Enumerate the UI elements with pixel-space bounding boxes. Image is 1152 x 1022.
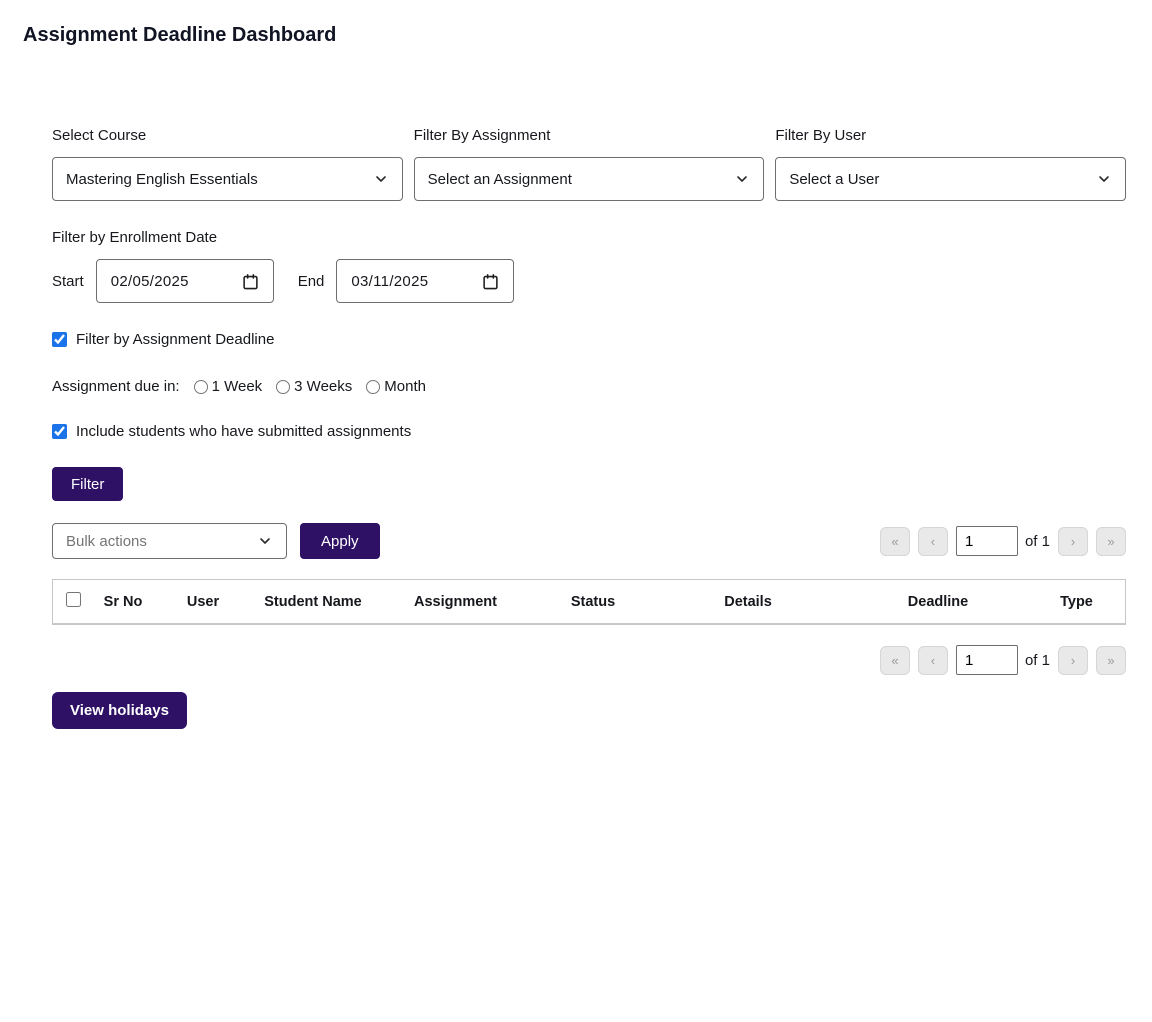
due-in-3weeks-label: 3 Weeks (294, 378, 352, 395)
page-number-input[interactable] (956, 645, 1018, 675)
due-in-1week-label: 1 Week (212, 378, 263, 395)
header-type: Type (1028, 580, 1125, 624)
end-date-input[interactable]: 03/11/2025 (336, 259, 514, 303)
next-page-button[interactable]: › (1058, 646, 1088, 675)
first-page-button[interactable]: « (880, 646, 910, 675)
select-all-checkbox[interactable] (66, 592, 81, 607)
course-select[interactable]: Mastering English Essentials (52, 157, 403, 201)
bulk-actions-value: Bulk actions (66, 533, 147, 550)
page-number-input[interactable] (956, 526, 1018, 556)
course-select-value: Mastering English Essentials (66, 171, 258, 188)
header-status: Status (538, 580, 648, 624)
end-date-label: End (298, 273, 325, 290)
filter-button[interactable]: Filter (52, 467, 123, 501)
page-count-label: of 1 (1025, 652, 1050, 669)
enrollment-date-label: Filter by Enrollment Date (52, 229, 1126, 246)
deadline-filter-checkbox-row: Filter by Assignment Deadline (52, 331, 1126, 348)
due-in-option-1week: 1 Week (194, 378, 263, 395)
header-student-name: Student Name (253, 580, 373, 624)
apply-button[interactable]: Apply (300, 523, 380, 559)
view-holidays-button[interactable]: View holidays (52, 692, 187, 729)
end-date-value: 03/11/2025 (351, 273, 428, 290)
header-sr-no: Sr No (93, 580, 153, 624)
header-deadline: Deadline (848, 580, 1028, 624)
first-page-button[interactable]: « (880, 527, 910, 556)
assignments-table: Sr No User Student Name Assignment Statu… (52, 579, 1126, 625)
start-date-value: 02/05/2025 (111, 273, 189, 290)
header-assignment: Assignment (373, 580, 538, 624)
user-filter-label: Filter By User (775, 127, 1126, 144)
include-submitted-label: Include students who have submitted assi… (76, 423, 411, 440)
due-in-radio-month[interactable] (366, 380, 380, 394)
start-date-label: Start (52, 273, 84, 290)
prev-page-button[interactable]: ‹ (918, 646, 948, 675)
deadline-filter-checkbox-label: Filter by Assignment Deadline (76, 331, 274, 348)
user-select[interactable]: Select a User (775, 157, 1126, 201)
assignment-select[interactable]: Select an Assignment (414, 157, 765, 201)
due-in-month-label: Month (384, 378, 426, 395)
chevron-down-icon (257, 533, 273, 549)
last-page-button[interactable]: » (1096, 527, 1126, 556)
page-count-label: of 1 (1025, 533, 1050, 550)
assignment-select-value: Select an Assignment (428, 171, 572, 188)
course-label: Select Course (52, 127, 403, 144)
pagination-top: « ‹ of 1 › » (872, 526, 1126, 556)
bulk-actions-select[interactable]: Bulk actions (52, 523, 287, 559)
filter-panel: Select Course Mastering English Essentia… (52, 127, 1126, 501)
header-user: User (153, 580, 253, 624)
user-select-value: Select a User (789, 171, 879, 188)
prev-page-button[interactable]: ‹ (918, 527, 948, 556)
include-submitted-checkbox-row: Include students who have submitted assi… (52, 423, 1126, 440)
next-page-button[interactable]: › (1058, 527, 1088, 556)
due-in-radio-1week[interactable] (194, 380, 208, 394)
include-submitted-checkbox[interactable] (52, 424, 67, 439)
due-in-label: Assignment due in: (52, 378, 180, 395)
page-title: Assignment Deadline Dashboard (23, 24, 1152, 47)
chevron-down-icon (1096, 171, 1112, 187)
assignment-filter-label: Filter By Assignment (414, 127, 765, 144)
due-in-option-3weeks: 3 Weeks (276, 378, 352, 395)
due-in-radio-3weeks[interactable] (276, 380, 290, 394)
header-details: Details (648, 580, 848, 624)
last-page-button[interactable]: » (1096, 646, 1126, 675)
start-date-input[interactable]: 02/05/2025 (96, 259, 274, 303)
deadline-filter-checkbox[interactable] (52, 332, 67, 347)
pagination-bottom: « ‹ of 1 › » (872, 645, 1126, 675)
chevron-down-icon (373, 171, 389, 187)
due-in-option-month: Month (366, 378, 426, 395)
calendar-icon[interactable] (242, 273, 259, 290)
calendar-icon[interactable] (482, 273, 499, 290)
chevron-down-icon (734, 171, 750, 187)
